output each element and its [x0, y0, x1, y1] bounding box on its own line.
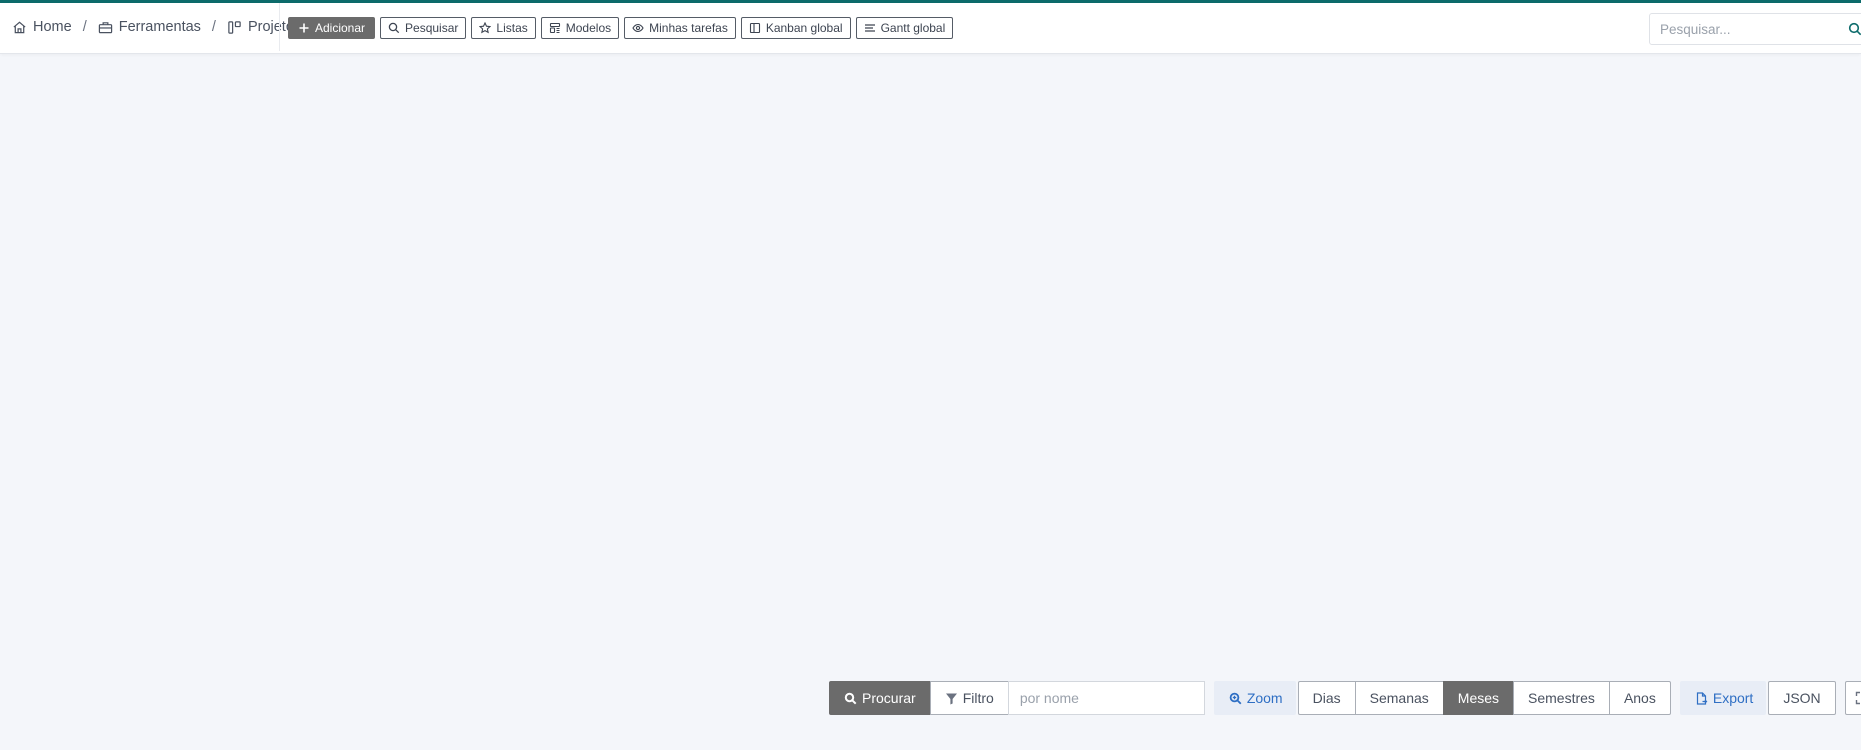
lists-button[interactable]: Listas [471, 17, 536, 39]
search-icon [388, 22, 400, 34]
scale-years-button[interactable]: Anos [1608, 681, 1671, 715]
export-button[interactable]: Export [1679, 681, 1767, 715]
add-button[interactable]: Adicionar [288, 17, 376, 39]
breadcrumb: Home / Ferramentas / Projetos [12, 3, 301, 51]
scale-weeks-label: Semanas [1369, 690, 1429, 706]
json-button-label: JSON [1783, 690, 1821, 706]
global-search [1649, 13, 1861, 45]
search-filter-group: Procurar Filtro [829, 681, 1205, 715]
project-toolbar: Adicionar Pesquisar Listas Modelos Minha… [288, 17, 954, 39]
scale-days-label: Dias [1312, 690, 1341, 706]
zoom-in-icon [1229, 692, 1242, 704]
templates-button-label: Modelos [565, 21, 612, 35]
filter-button-label: Filtro [962, 690, 994, 706]
topbar-divider [279, 3, 280, 51]
name-filter-input[interactable] [1007, 681, 1205, 715]
gantt-global-button[interactable]: Gantt global [855, 17, 954, 39]
my-tasks-button-label: Minhas tarefas [649, 21, 728, 35]
scale-weeks-button[interactable]: Semanas [1354, 681, 1444, 715]
scale-months-button[interactable]: Meses [1442, 681, 1515, 715]
search-icon [844, 692, 857, 704]
file-export-icon [1696, 691, 1708, 705]
filter-button[interactable]: Filtro [929, 681, 1009, 715]
gantt-global-button-label: Gantt global [880, 21, 946, 35]
scale-days-button[interactable]: Dias [1297, 681, 1356, 715]
search-button[interactable]: Pesquisar [380, 17, 467, 39]
my-tasks-button[interactable]: Minhas tarefas [624, 17, 736, 39]
top-navigation-bar: Home / Ferramentas / Projetos Adicionar … [0, 3, 1861, 54]
lists-button-label: Listas [496, 21, 528, 35]
eye-icon [632, 23, 644, 33]
scale-semesters-label: Semestres [1528, 690, 1595, 706]
search-icon[interactable] [1848, 22, 1861, 36]
scale-months-label: Meses [1457, 690, 1500, 706]
json-button[interactable]: JSON [1768, 681, 1836, 715]
add-button-label: Adicionar [315, 21, 366, 35]
kanban-global-button[interactable]: Kanban global [740, 17, 851, 39]
template-icon [549, 22, 560, 34]
procurar-button-label: Procurar [862, 690, 916, 706]
breadcrumb-separator: / [211, 19, 216, 35]
kanban-global-button-label: Kanban global [765, 21, 843, 35]
zoom-button[interactable]: Zoom [1213, 681, 1296, 715]
filter-icon [945, 693, 957, 704]
zoom-button-label: Zoom [1246, 690, 1283, 706]
export-button-label: Export [1712, 690, 1754, 706]
scale-years-label: Anos [1623, 690, 1656, 706]
fullscreen-icon [1855, 691, 1860, 705]
kanban-icon [749, 22, 760, 34]
breadcrumb-separator: / [82, 19, 87, 35]
plus-icon [299, 23, 309, 33]
fullscreen-button[interactable] [1844, 681, 1861, 715]
scale-semesters-button[interactable]: Semestres [1513, 681, 1610, 715]
templates-button[interactable]: Modelos [540, 17, 620, 39]
breadcrumb-tools[interactable]: Ferramentas [98, 19, 201, 35]
breadcrumb-tools-label: Ferramentas [118, 19, 201, 35]
gantt-icon [864, 24, 875, 32]
scale-group: Dias Semanas Meses Semestres Anos [1297, 681, 1671, 715]
global-search-input[interactable] [1650, 21, 1845, 37]
gantt-toolbar: Procurar Filtro Zoom Dias Semanas Meses … [829, 681, 1861, 715]
breadcrumb-home[interactable]: Home [12, 19, 72, 35]
toolbox-icon [98, 21, 112, 33]
procurar-button[interactable]: Procurar [829, 681, 931, 715]
projects-icon [228, 20, 241, 34]
breadcrumb-home-label: Home [33, 19, 72, 35]
search-button-label: Pesquisar [405, 21, 459, 35]
star-icon [479, 22, 492, 34]
home-icon [13, 21, 26, 33]
